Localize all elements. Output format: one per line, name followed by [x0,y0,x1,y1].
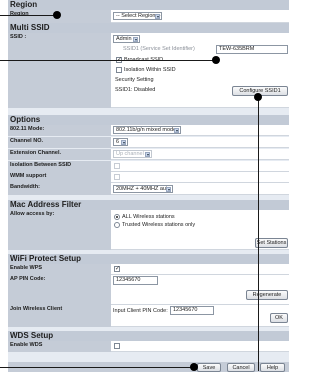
isolation-between-checkbox[interactable] [114,163,120,169]
radio-trusted-stations-label: Trusted Wireless stations only [122,222,196,228]
bandwidth-label: Bandwidth: [10,184,40,190]
isolation-ssid-label: Isolation Within SSID [124,67,176,73]
enable-wps-label-cell: Enable WPS [8,264,111,275]
ext-channel-label-cell: Extension Channel. [8,149,111,160]
security-status: SSID1: Disabled [115,87,156,93]
allow-label: Allow access by: [10,211,55,217]
set-stations-button[interactable]: Set Stations [255,238,288,248]
callout-line-region [0,15,56,16]
enable-wds-checkbox[interactable] [114,343,120,349]
client-pin-value: 12345670 [173,307,198,313]
enable-wds-label-cell: Enable WDS [8,341,111,352]
callout-dot-configure [254,93,262,101]
chevron-down-icon [121,140,126,145]
mode-label: 802.11 Mode: [10,126,45,132]
isolation-ssid-checkbox[interactable] [116,67,122,73]
ssid-name-value: TEW-635BRM [219,46,255,52]
chevron-down-icon [155,14,160,19]
chevron-down-icon [166,187,171,192]
mode-label-cell: 802.11 Mode: [8,125,111,136]
pin-label: AP PIN Code: [10,276,46,282]
chevron-down-icon [174,128,179,133]
ext-channel-select[interactable]: Up channel [113,150,152,158]
enable-wds-label: Enable WDS [10,342,43,348]
ext-channel-select-value: Up channel [116,151,144,157]
regenerate-button[interactable]: Regenerate [246,290,288,300]
pin-label-cell: AP PIN Code: [8,275,111,305]
mode-select-value: 802.11b/g/n mixed mode [116,127,177,133]
enable-wps-checkbox[interactable] [114,265,120,272]
save-button[interactable]: Save [197,363,221,372]
callout-line-ssid [0,60,216,61]
section-wds-title: WDS Setup [8,331,289,341]
callout-line-configure [258,96,259,371]
section-mac-filter-title: Mac Address Filter [8,200,289,210]
section-region-title: Region [8,0,289,10]
security-setting-label: Security Setting [115,77,154,83]
wmm-label-cell: WMM support [8,172,111,183]
mode-select[interactable]: 802.11b/g/n mixed mode [113,126,181,134]
chevron-down-icon [133,37,138,42]
region-select[interactable]: -- Select Region -- [113,12,162,20]
enable-wps-label: Enable WPS [10,265,43,271]
channel-select[interactable]: 6 [113,138,128,146]
region-label: Region [10,11,29,17]
callout-dot-save [190,363,198,371]
bandwidth-select[interactable]: 20MHZ + 40MHZ auto [113,185,173,193]
section-options-title: Options [8,115,289,125]
region-select-value: -- Select Region -- [116,13,161,19]
ssid-select[interactable]: Admin [113,35,140,43]
section-wps-title: WiFi Protect Setup [8,254,289,264]
cancel-button[interactable]: Cancel [227,363,255,372]
section-multi-ssid-title: Multi SSID [8,23,289,33]
ap-pin-value: 12345670 [116,277,141,283]
ok-button[interactable]: OK [270,313,288,323]
radio-all-stations[interactable] [114,214,120,220]
callout-line-save [0,367,194,368]
allow-label-cell: Allow access by: [8,210,111,250]
wmm-checkbox[interactable] [114,174,120,180]
ext-channel-label: Extension Channel. [10,150,62,156]
channel-label: Channel NO. [10,138,44,144]
join-client-label-cell: Join Wireless Client [8,305,111,327]
wmm-label: WMM support [10,173,47,179]
ssid-name-input[interactable]: TEW-635BRM [216,45,288,54]
isolation-between-label-cell: Isolation Between SSID [8,161,111,172]
ssid-field-placeholder: SSID1 (Service Set Identifier) [123,46,195,52]
chevron-down-icon [145,152,150,157]
ap-pin-input[interactable]: 12345670 [113,276,158,285]
ssid-select-value: Admin [116,36,132,42]
radio-trusted-stations[interactable] [114,222,120,228]
radio-all-stations-label: ALL Wireless stations [122,214,175,220]
ssid-label: SSID : [10,34,27,40]
help-button[interactable]: Help [260,363,285,372]
isolation-between-label: Isolation Between SSID [10,162,72,168]
ssid-label-cell: SSID : [8,33,111,108]
channel-select-value: 6 [116,139,120,145]
bandwidth-select-value: 20MHZ + 40MHZ auto [116,186,171,192]
callout-dot-region [53,11,61,19]
join-client-label: Join Wireless Client [10,306,63,312]
client-pin-input[interactable]: 12345670 [170,306,214,315]
bandwidth-label-cell: Bandwidth: [8,183,111,195]
client-pin-label: Input Client PIN Code: [113,308,168,314]
channel-label-cell: Channel NO. [8,137,111,148]
callout-dot-ssid [212,56,220,64]
